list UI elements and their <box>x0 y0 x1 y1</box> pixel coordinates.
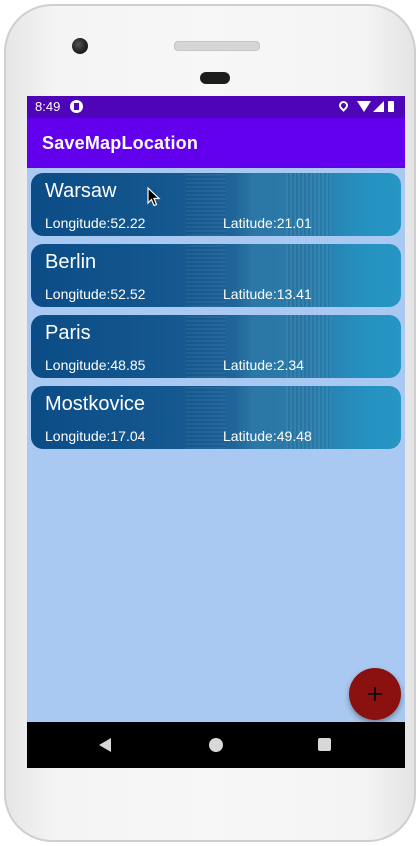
phone-frame: 8:49 SaveMapLocation Warsaw Longitude:52… <box>4 4 416 842</box>
add-location-button[interactable] <box>349 668 401 720</box>
battery-icon <box>388 101 394 112</box>
location-latitude: Latitude:21.01 <box>223 215 312 231</box>
mouse-cursor-icon <box>147 187 161 207</box>
navigation-bar <box>27 722 405 768</box>
app-bar: SaveMapLocation <box>27 118 405 168</box>
back-icon[interactable] <box>99 738 111 752</box>
app-screen: 8:49 SaveMapLocation Warsaw Longitude:52… <box>27 96 405 768</box>
location-card-warsaw[interactable]: Warsaw Longitude:52.22 Latitude:21.01 <box>31 173 401 236</box>
home-icon[interactable] <box>209 738 223 752</box>
location-latitude: Latitude:2.34 <box>223 357 304 373</box>
location-card-paris[interactable]: Paris Longitude:48.85 Latitude:2.34 <box>31 315 401 378</box>
location-card-berlin[interactable]: Berlin Longitude:52.52 Latitude:13.41 <box>31 244 401 307</box>
plus-icon <box>368 687 382 701</box>
status-time: 8:49 <box>35 99 61 114</box>
location-latitude: Latitude:49.48 <box>223 428 312 444</box>
cellular-signal-icon <box>373 101 384 112</box>
earpiece <box>200 72 230 84</box>
location-list: Warsaw Longitude:52.22 Latitude:21.01 Be… <box>31 173 401 457</box>
location-longitude: Longitude:52.22 <box>45 215 146 231</box>
front-camera-icon <box>72 38 88 54</box>
wifi-icon <box>357 101 371 112</box>
location-longitude: Longitude:48.85 <box>45 357 146 373</box>
app-title: SaveMapLocation <box>42 133 199 153</box>
location-name: Mostkovice <box>45 393 146 415</box>
recents-icon[interactable] <box>318 738 331 751</box>
location-name: Warsaw <box>45 180 117 202</box>
status-bar: 8:49 <box>27 96 405 118</box>
speaker-grille <box>174 41 260 51</box>
location-longitude: Longitude:52.52 <box>45 286 146 302</box>
app-notification-icon <box>70 100 83 113</box>
location-name: Berlin <box>45 251 97 273</box>
location-latitude: Latitude:13.41 <box>223 286 312 302</box>
location-card-mostkovice[interactable]: Mostkovice Longitude:17.04 Latitude:49.4… <box>31 386 401 449</box>
location-name: Paris <box>45 322 91 344</box>
location-longitude: Longitude:17.04 <box>45 428 146 444</box>
location-icon <box>337 99 350 112</box>
